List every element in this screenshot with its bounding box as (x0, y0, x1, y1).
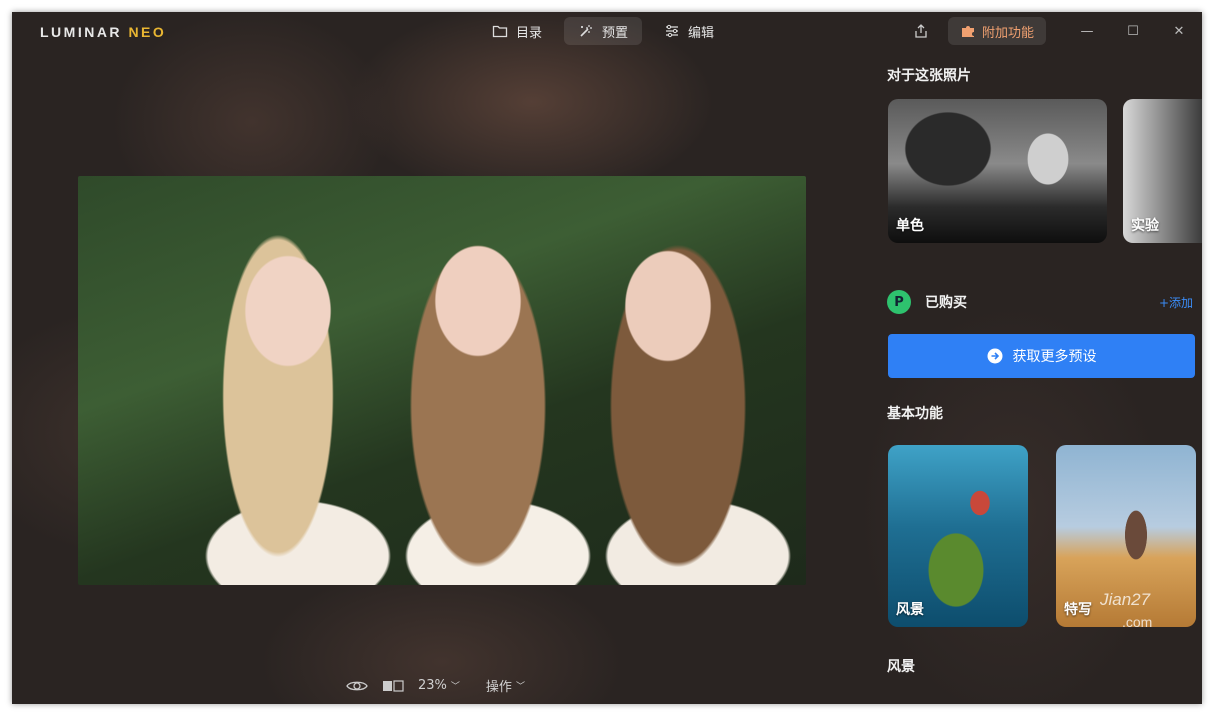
about-photo-heading: 对于这张照片 (887, 68, 971, 84)
eye-icon (346, 681, 368, 690)
chevron-down-icon: ﹀ (515, 682, 525, 692)
actions-label: 操作 (485, 680, 512, 695)
preset-card-experiment[interactable]: 实验 (1123, 99, 1202, 243)
actions-dropdown[interactable]: 操作 ﹀ (486, 676, 525, 695)
tab-presets[interactable]: 预置 (564, 17, 643, 45)
tab-catalog-label: 目录 (516, 25, 543, 41)
app-logo: LUMINAR NEO (40, 24, 166, 40)
tab-edit[interactable]: 编辑 (650, 17, 728, 45)
add-link[interactable]: +添加 (1159, 294, 1193, 311)
tab-presets-label: 预置 (602, 25, 629, 41)
main-nav: 目录 预置 编辑 (478, 17, 728, 45)
preset-card-label: 特写 (1064, 602, 1092, 618)
preview-toggle[interactable] (346, 679, 368, 693)
magic-wand-icon (580, 25, 593, 37)
preset-card-mono[interactable]: 单色 (888, 99, 1107, 243)
get-more-presets-button[interactable]: 获取更多预设 (888, 334, 1195, 378)
compare-toggle[interactable] (382, 679, 404, 693)
logo-accent-text: NEO (128, 24, 167, 40)
arrow-circle-icon (987, 348, 1002, 364)
get-more-presets-label: 获取更多预设 (1012, 349, 1097, 365)
sliders-icon (666, 24, 679, 38)
zoom-value: 23% (418, 678, 447, 693)
tab-catalog[interactable]: 目录 (478, 17, 556, 45)
folder-icon (492, 25, 508, 38)
photo-canvas[interactable] (78, 176, 806, 585)
watermark: Jian27 .com (1100, 590, 1152, 630)
bottom-toolbar: 23% ﹀ 操作 ﹀ (346, 676, 525, 695)
landscape-heading: 风景 (887, 659, 915, 675)
presets-panel: 对于这张照片 单色 实验 P 已购买 +添加 获取更多预设 基本功能 风景 特写… (887, 12, 1202, 704)
preset-card-landscape[interactable]: 风景 (888, 445, 1028, 627)
app-window: LUMINAR NEO 目录 预置 编辑 附加功能 — ☐ ✕ 23% ﹀ 操作… (12, 12, 1202, 704)
watermark-domain: .com (1122, 614, 1153, 630)
compare-icon (383, 679, 404, 692)
preset-card-label: 风景 (896, 602, 924, 618)
preset-card-label: 单色 (896, 218, 924, 234)
logo-text: LUMINAR (40, 24, 123, 40)
purchased-icon: P (887, 290, 911, 314)
preset-card-label: 实验 (1131, 218, 1159, 234)
basic-functions-heading: 基本功能 (887, 406, 943, 422)
purchased-row: P 已购买 +添加 (887, 286, 1195, 318)
chevron-down-icon: ﹀ (450, 682, 460, 692)
zoom-dropdown[interactable]: 23% ﹀ (418, 678, 460, 693)
watermark-text: Jian27 (1100, 590, 1151, 609)
purchased-label: 已购买 (925, 295, 967, 311)
tab-edit-label: 编辑 (688, 25, 715, 41)
